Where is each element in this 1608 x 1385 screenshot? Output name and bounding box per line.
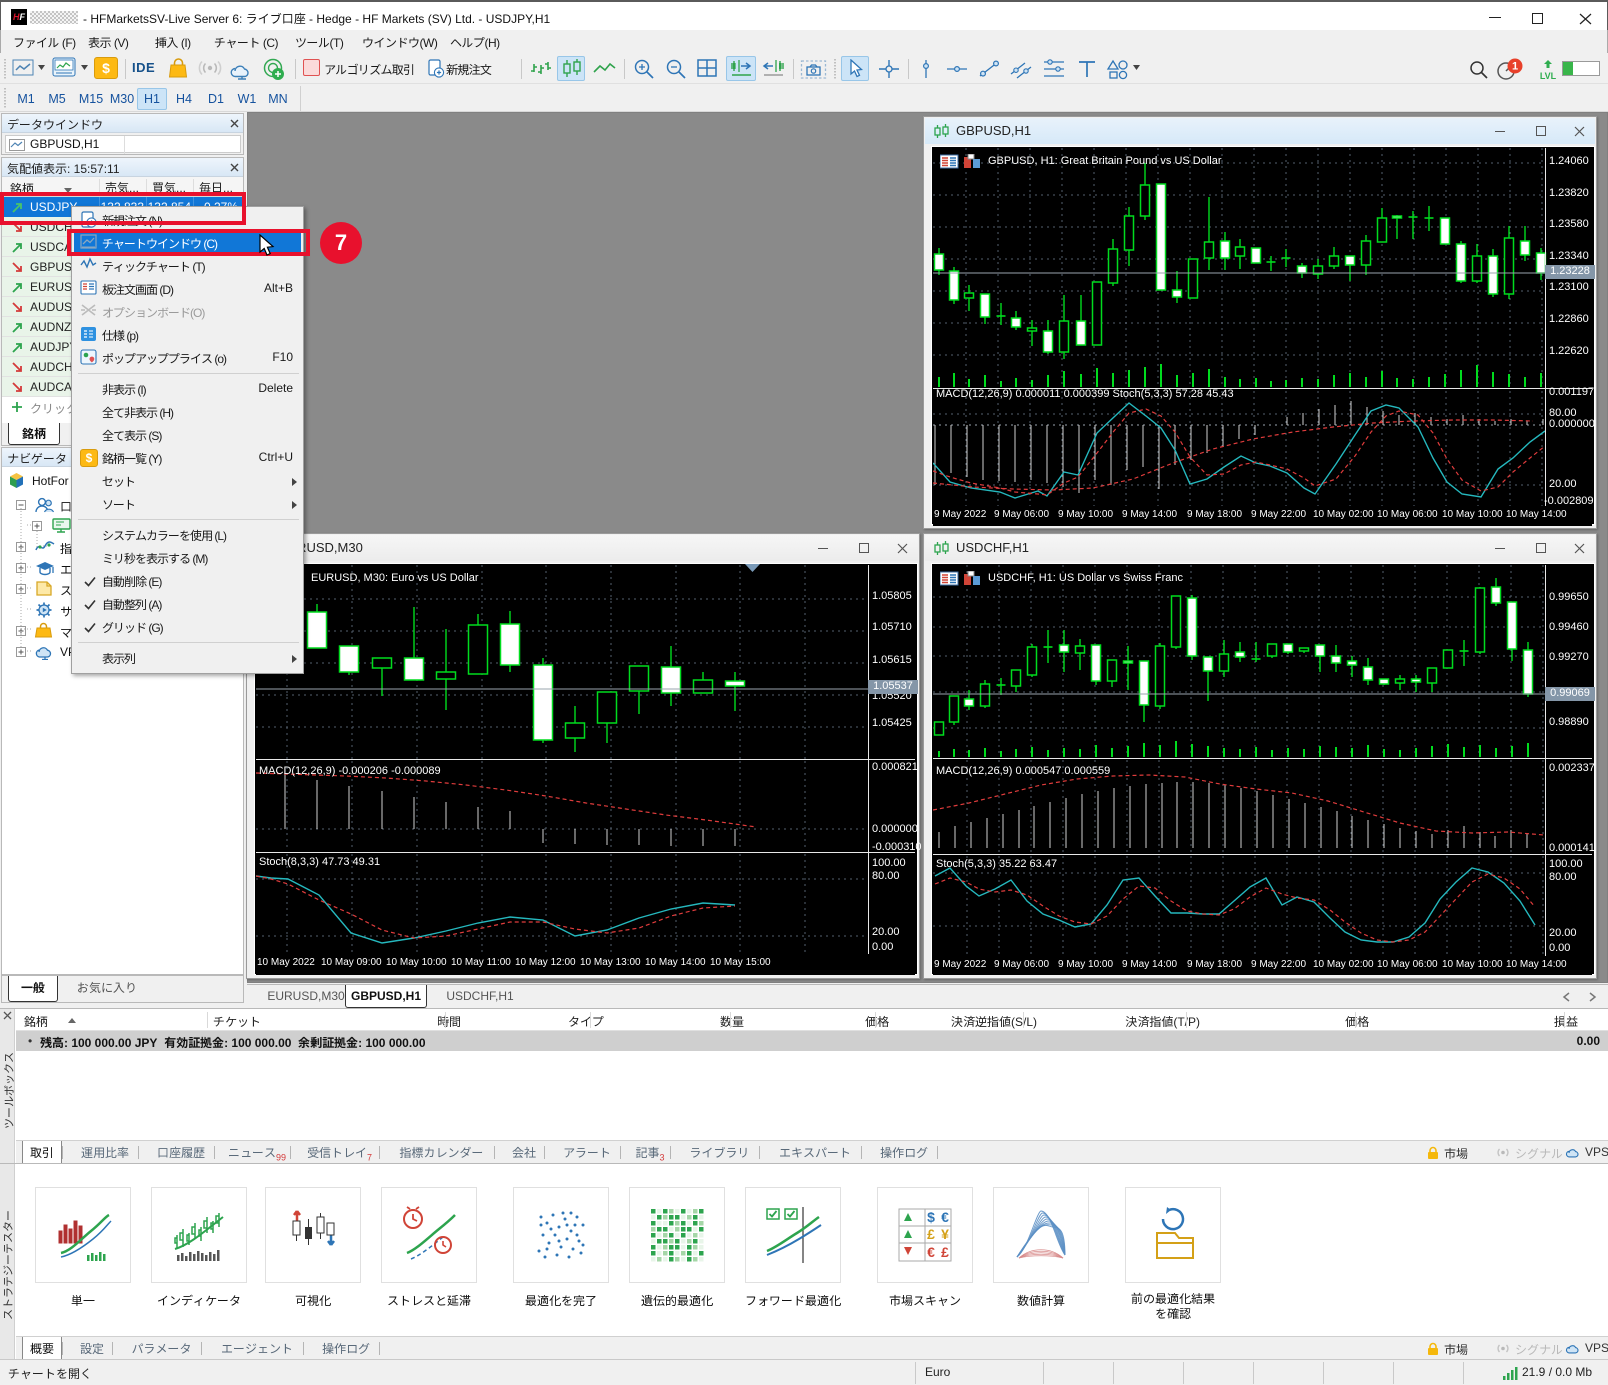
svg-text:£: £ xyxy=(941,1244,949,1260)
svg-text:1: 1 xyxy=(1512,61,1518,73)
svg-text:€: € xyxy=(927,1244,935,1260)
svg-text:£: £ xyxy=(927,1226,935,1242)
svg-text:LVL: LVL xyxy=(1540,71,1557,81)
svg-text:$: $ xyxy=(927,1209,935,1225)
svg-text:¥: ¥ xyxy=(941,1226,949,1242)
svg-text:€: € xyxy=(941,1209,949,1225)
